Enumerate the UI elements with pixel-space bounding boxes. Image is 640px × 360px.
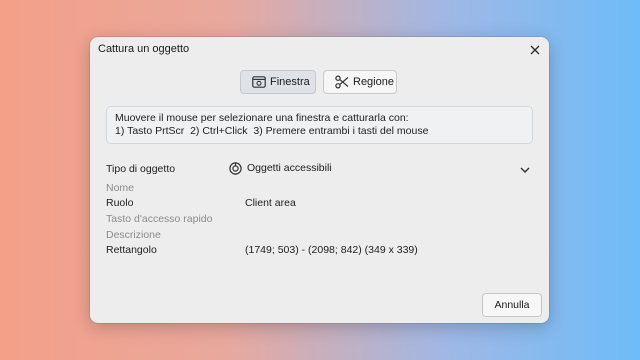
rectangle-value: (1749; 503) - (2098; 842) (349 x 339) (245, 244, 418, 256)
description-row: Descrizione (106, 228, 161, 242)
instructions-line-2: 1) Tasto PrtScr 2) Ctrl+Click 3) Premere… (115, 125, 429, 137)
rectangle-row: Rettangolo (1749; 503) - (2098; 842) (34… (106, 243, 418, 257)
instructions-line-1: Muovere il mouse per selezionare una fin… (115, 112, 409, 124)
name-row: Nome (106, 181, 134, 195)
region-mode-label: Regione (353, 76, 394, 88)
object-type-row: Tipo di oggetto (106, 162, 175, 176)
dialog-titlebar: Cattura un oggetto (90, 37, 549, 63)
accessibility-icon (229, 162, 242, 175)
object-type-label: Tipo di oggetto (106, 163, 176, 175)
close-icon (530, 45, 540, 55)
object-type-value: Oggetti accessibili (247, 162, 332, 174)
instructions-box: Muovere il mouse per selezionare una fin… (106, 106, 533, 144)
access-key-row: Tasto d'accesso rapido (106, 212, 212, 226)
rectangle-label: Rettangolo (106, 244, 157, 256)
capture-mode-bar: Finestra Regione (90, 70, 549, 94)
access-key-label: Tasto d'accesso rapido (106, 213, 213, 225)
window-capture-icon (252, 75, 266, 89)
object-type-dropdown[interactable]: Oggetti accessibili (226, 160, 531, 178)
role-value: Client area (245, 197, 296, 209)
window-mode-label: Finestra (270, 76, 310, 88)
description-label: Descrizione (106, 229, 161, 241)
role-label: Ruolo (106, 197, 134, 209)
cancel-button[interactable]: Annulla (482, 293, 542, 317)
close-button[interactable] (525, 40, 545, 60)
capture-object-dialog: Cattura un oggetto Finestra Regione Muov… (90, 37, 549, 323)
role-row: Ruolo Client area (106, 196, 296, 210)
chevron-down-icon (519, 163, 531, 175)
region-mode-button[interactable]: Regione (323, 70, 397, 94)
name-label: Nome (106, 182, 135, 194)
window-mode-button[interactable]: Finestra (240, 70, 316, 94)
dialog-title: Cattura un oggetto (98, 43, 190, 55)
scissors-icon (335, 75, 349, 89)
